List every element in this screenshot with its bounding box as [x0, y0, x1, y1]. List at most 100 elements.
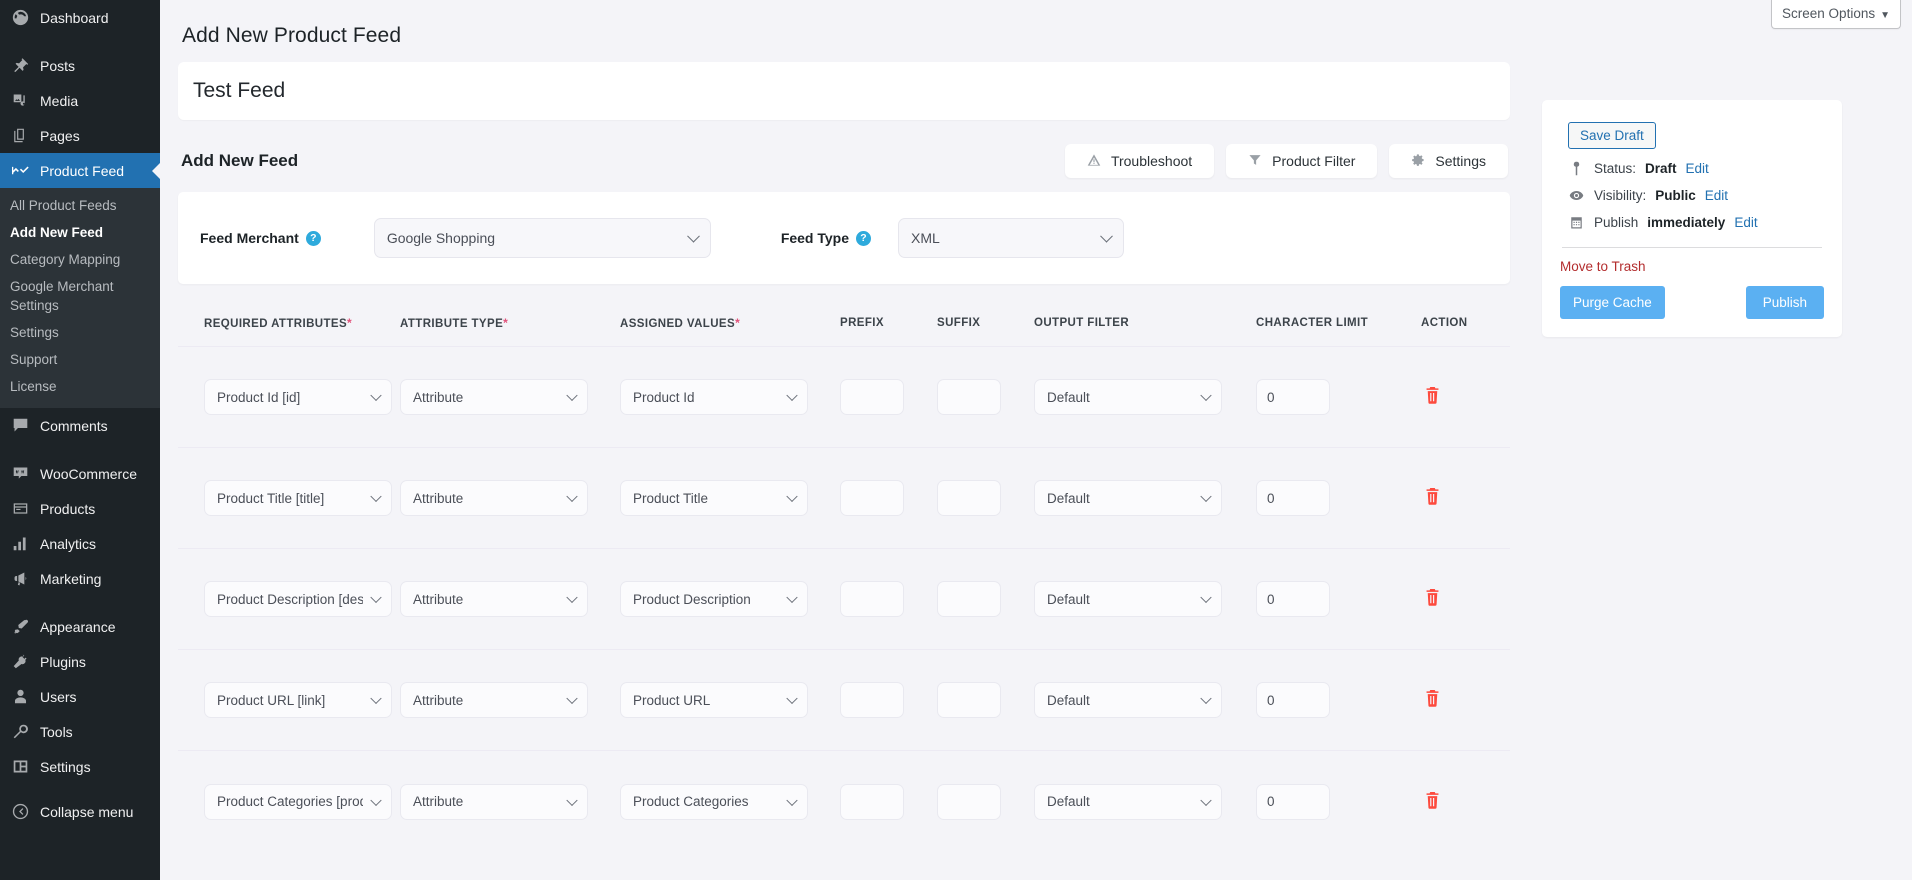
purge-cache-button[interactable]: Purge Cache: [1560, 286, 1665, 319]
sidebar-item-analytics[interactable]: Analytics: [0, 526, 160, 561]
product-feed-icon: [10, 161, 30, 181]
sidebar-subitem-support[interactable]: Support: [0, 346, 160, 373]
character-limit-input[interactable]: [1256, 379, 1330, 415]
sidebar-item-media[interactable]: Media: [0, 83, 160, 118]
sidebar-subitem-all-product-feeds[interactable]: All Product Feeds: [0, 192, 160, 219]
sidebar-item-marketing[interactable]: Marketing: [0, 561, 160, 596]
required-mark: *: [503, 316, 508, 330]
assigned-value-select[interactable]: Product URL: [620, 682, 808, 718]
sidebar-item-label: Posts: [40, 57, 75, 75]
save-draft-button[interactable]: Save Draft: [1568, 122, 1656, 149]
cell-assigned-value: Product Id: [620, 379, 840, 415]
sidebar-item-label: Pages: [40, 127, 80, 145]
character-limit-input[interactable]: [1256, 581, 1330, 617]
column-header-label: REQUIRED ATTRIBUTES: [204, 318, 347, 330]
prefix-input[interactable]: [840, 480, 904, 516]
required-attribute-select[interactable]: Product Categories [product_type]: [204, 784, 392, 820]
visibility-edit-link[interactable]: Edit: [1705, 188, 1728, 203]
column-header-required-attributes: REQUIRED ATTRIBUTES*: [178, 316, 400, 330]
sidebar-item-tools[interactable]: Tools: [0, 714, 160, 749]
required-attribute-value: Product Description [description]: [217, 592, 363, 607]
sidebar-subitem-category-mapping[interactable]: Category Mapping: [0, 246, 160, 273]
assigned-value-select[interactable]: Product Categories: [620, 784, 808, 820]
attribute-type-select[interactable]: Attribute: [400, 480, 588, 516]
cell-attribute-type: Attribute: [400, 379, 620, 415]
suffix-input[interactable]: [937, 682, 1001, 718]
move-to-trash-link[interactable]: Move to Trash: [1560, 259, 1646, 274]
sidebar-item-label: Products: [40, 500, 95, 518]
sidebar-item-appearance[interactable]: Appearance: [0, 609, 160, 644]
cell-attribute-type: Attribute: [400, 682, 620, 718]
cell-required-attribute: Product URL [link]: [178, 682, 400, 718]
required-attribute-value: Product Id [id]: [217, 390, 300, 405]
output-filter-select[interactable]: Default: [1034, 682, 1222, 718]
attribute-type-select[interactable]: Attribute: [400, 784, 588, 820]
sidebar-item-settings[interactable]: Settings: [0, 749, 160, 784]
delete-row-button[interactable]: [1421, 384, 1443, 408]
output-filter-select[interactable]: Default: [1034, 379, 1222, 415]
required-attribute-select[interactable]: Product Title [title]: [204, 480, 392, 516]
feed-merchant-select[interactable]: Google Shopping: [374, 218, 711, 258]
assigned-value-select[interactable]: Product Description: [620, 581, 808, 617]
sidebar-subitem-license[interactable]: License: [0, 373, 160, 400]
troubleshoot-button[interactable]: Troubleshoot: [1065, 144, 1214, 178]
sidebar-item-products[interactable]: Products: [0, 491, 160, 526]
screen-options-label: Screen Options: [1782, 6, 1875, 21]
product-filter-button[interactable]: Product Filter: [1226, 144, 1377, 178]
sidebar-item-woocommerce[interactable]: WooCommerce: [0, 456, 160, 491]
sidebar-item-posts[interactable]: Posts: [0, 48, 160, 83]
collapse-menu-button[interactable]: Collapse menu: [0, 794, 160, 829]
sidebar-item-plugins[interactable]: Plugins: [0, 644, 160, 679]
suffix-input[interactable]: [937, 581, 1001, 617]
help-icon[interactable]: ?: [306, 231, 321, 246]
attribute-type-select[interactable]: Attribute: [400, 379, 588, 415]
publish-button[interactable]: Publish: [1746, 286, 1824, 319]
prefix-input[interactable]: [840, 581, 904, 617]
sidebar-item-comments[interactable]: Comments: [0, 408, 160, 443]
suffix-input[interactable]: [937, 379, 1001, 415]
required-attribute-select[interactable]: Product Description [description]: [204, 581, 392, 617]
suffix-input[interactable]: [937, 480, 1001, 516]
sidebar-item-dashboard[interactable]: Dashboard: [0, 0, 160, 35]
prefix-input[interactable]: [840, 784, 904, 820]
marketing-icon: [10, 569, 30, 589]
required-attribute-value: Product URL [link]: [217, 693, 325, 708]
output-filter-select[interactable]: Default: [1034, 581, 1222, 617]
assigned-value-select[interactable]: Product Title: [620, 480, 808, 516]
attribute-type-select[interactable]: Attribute: [400, 581, 588, 617]
suffix-input[interactable]: [937, 784, 1001, 820]
main-content: Screen Options▼ Add New Product Feed Add…: [160, 0, 1912, 880]
character-limit-input[interactable]: [1256, 480, 1330, 516]
delete-row-button[interactable]: [1421, 687, 1443, 711]
output-filter-select[interactable]: Default: [1034, 480, 1222, 516]
publish-edit-link[interactable]: Edit: [1734, 215, 1757, 230]
required-attribute-select[interactable]: Product URL [link]: [204, 682, 392, 718]
sidebar-item-users[interactable]: Users: [0, 679, 160, 714]
sidebar-gap: [0, 35, 160, 48]
sidebar-subitem-settings[interactable]: Settings: [0, 319, 160, 346]
sidebar-item-product-feed[interactable]: Product Feed: [0, 153, 160, 188]
delete-row-button[interactable]: [1421, 485, 1443, 509]
prefix-input[interactable]: [840, 379, 904, 415]
cell-attribute-type: Attribute: [400, 784, 620, 820]
status-edit-link[interactable]: Edit: [1686, 161, 1709, 176]
delete-row-button[interactable]: [1421, 586, 1443, 610]
sidebar-subitem-add-new-feed[interactable]: Add New Feed: [0, 219, 160, 246]
feed-title-input[interactable]: [178, 62, 1510, 120]
character-limit-input[interactable]: [1256, 682, 1330, 718]
settings-button[interactable]: Settings: [1389, 144, 1508, 178]
required-attribute-select[interactable]: Product Id [id]: [204, 379, 392, 415]
character-limit-input[interactable]: [1256, 784, 1330, 820]
content-row: Add New Feed Troubleshoot Pr: [160, 48, 1912, 852]
delete-row-button[interactable]: [1421, 788, 1443, 812]
output-filter-select[interactable]: Default: [1034, 784, 1222, 820]
sidebar-subitem-google-merchant-settings[interactable]: Google Merchant Settings: [0, 273, 160, 319]
cell-required-attribute: Product Description [description]: [178, 581, 400, 617]
assigned-value-select[interactable]: Product Id: [620, 379, 808, 415]
attribute-type-select[interactable]: Attribute: [400, 682, 588, 718]
prefix-input[interactable]: [840, 682, 904, 718]
feed-type-select[interactable]: XML: [898, 218, 1124, 258]
screen-options-button[interactable]: Screen Options▼: [1771, 0, 1901, 29]
sidebar-item-pages[interactable]: Pages: [0, 118, 160, 153]
help-icon[interactable]: ?: [856, 231, 871, 246]
